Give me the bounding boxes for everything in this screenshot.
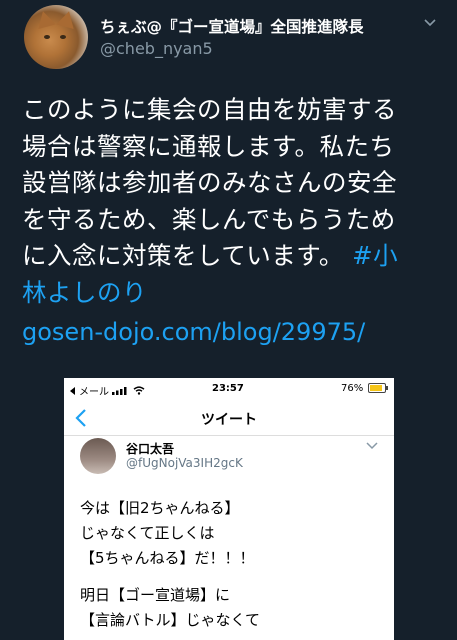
quoted-handle[interactable]: @fUgNojVa3IH2gcK [126, 456, 243, 470]
user-handle[interactable]: @cheb_nyan5 [100, 39, 213, 58]
battery-icon [368, 383, 388, 393]
tweet-text-line: 場合は警察に通報します。私たち [22, 131, 395, 161]
tweet-text: このように集会の自由を妨害する 場合は警察に通報します。私たち 設営隊は参加者の… [22, 92, 438, 311]
attached-screenshot[interactable]: メール 23:57 76% ツイート 谷口太吾 @fUgNojVa3IH2gcK… [64, 378, 394, 640]
cat-eye [60, 35, 66, 39]
hashtag-link[interactable]: 林よしのり [22, 275, 438, 312]
url-link[interactable]: gosen-dojo.com/blog/29975/ [22, 318, 365, 346]
cat-eye [44, 35, 50, 39]
cat-ear [56, 8, 78, 30]
quoted-text-line: じゃなくて正しくは [80, 524, 215, 542]
cat-ear [34, 8, 56, 30]
display-name[interactable]: ちぇぶ@『ゴー宣道場』全国推進隊長 [100, 15, 364, 37]
nav-bar: ツイート [64, 400, 394, 436]
tweet-text-segment: に入念に対策をしています。 [22, 241, 344, 270]
more-chevron-icon[interactable] [366, 442, 378, 450]
signal-icon [112, 386, 127, 395]
quoted-display-name[interactable]: 谷口太吾 [126, 440, 174, 457]
tweet-text-line: 設営隊は参加者のみなさんの安全 [22, 168, 397, 197]
carrier-group: メール [70, 383, 145, 398]
tweet-text-line: このように集会の自由を妨害する [22, 95, 397, 124]
quoted-text-line: 明日【ゴー宣道場】に [80, 586, 231, 604]
quoted-text-line: 【5ちゃんねる】だ！！！ [80, 549, 255, 567]
tweet-header: ちぇぶ@『ゴー宣道場』全国推進隊長 @cheb_nyan5 [24, 5, 444, 75]
status-time: 23:57 [212, 383, 244, 394]
tweet-text-line: を守るため、楽しんでもらうため [22, 204, 396, 234]
carrier-label: メール [79, 387, 109, 398]
battery-percent: 76% [341, 383, 364, 394]
avatar[interactable] [24, 5, 88, 69]
tweet-text-line: に入念に対策をしています。 #小 [22, 238, 438, 275]
quoted-tweet-text: 今は【旧2ちゃんねる】 じゃなくて正しくは 【5ちゃんねる】だ！！！ 明日【ゴー… [80, 496, 390, 633]
quoted-text-line: 今は【旧2ちゃんねる】 [80, 499, 240, 517]
quoted-avatar[interactable] [80, 438, 116, 474]
hashtag-link[interactable]: #小 [352, 241, 398, 270]
quoted-text-line: 【言論バトル】じゃなくて [80, 611, 261, 629]
wifi-icon [133, 386, 145, 395]
status-bar: メール 23:57 76% [64, 378, 394, 400]
nav-title: ツイート [201, 412, 257, 428]
back-to-app-icon [70, 386, 75, 395]
chevron-down-icon[interactable] [424, 17, 436, 29]
